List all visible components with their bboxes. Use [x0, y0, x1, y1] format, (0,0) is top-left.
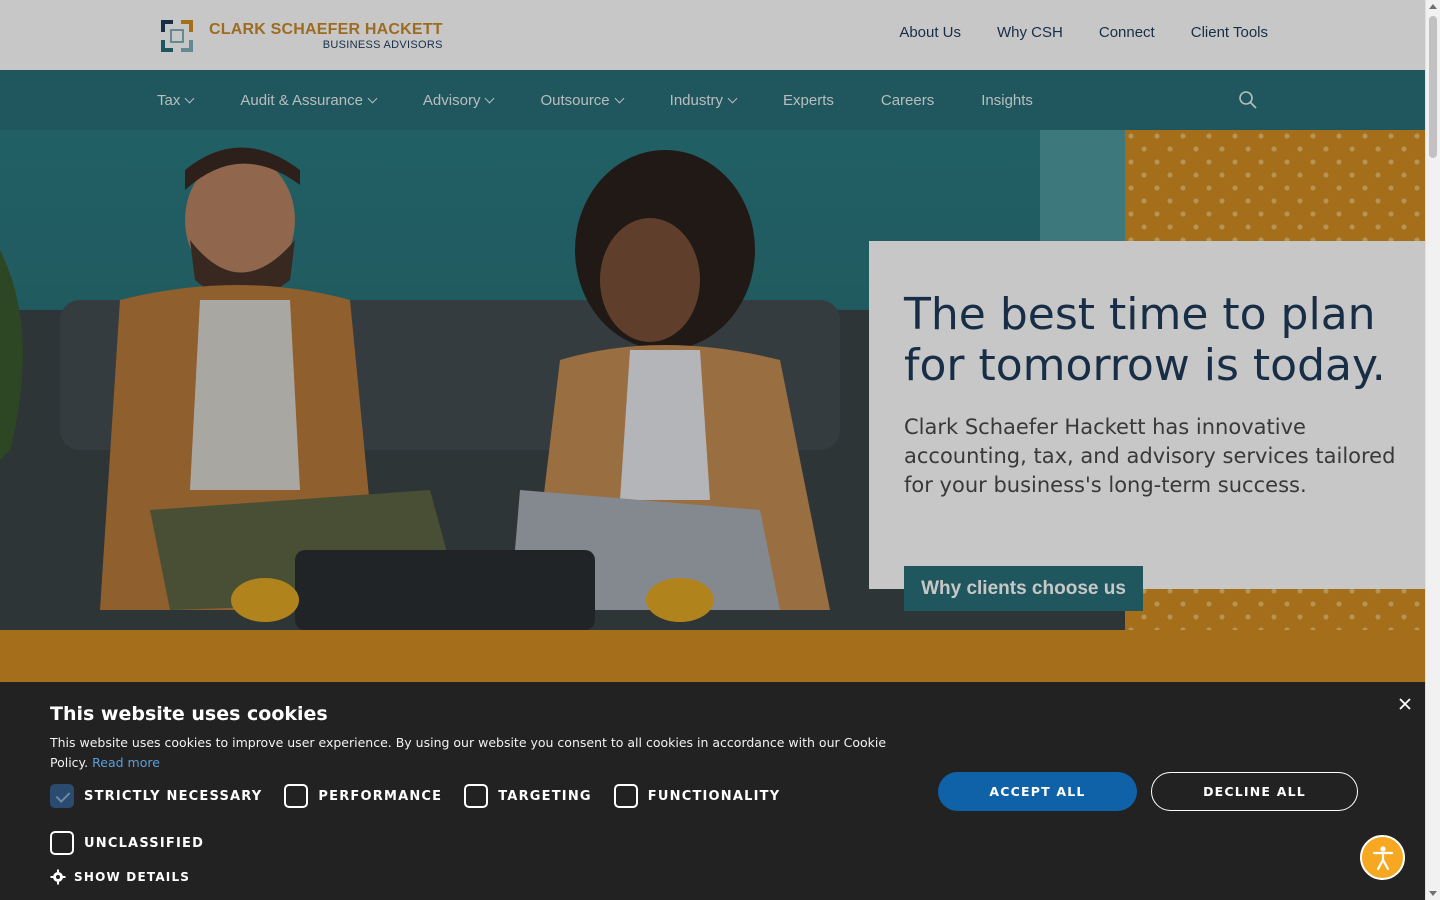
hero-title: The best time to plan for tomorrow is to…	[904, 289, 1386, 391]
why-clients-button[interactable]: Why clients choose us	[904, 566, 1143, 611]
cookie-title: This website uses cookies	[50, 703, 328, 725]
accessibility-icon	[1372, 845, 1393, 870]
checkbox-label: STRICTLY NECESSARY	[84, 788, 263, 804]
nav-label: Tax	[157, 91, 181, 109]
checkbox-label: FUNCTIONALITY	[647, 788, 781, 804]
nav-label: Industry	[669, 91, 724, 109]
nav-item-careers[interactable]: Careers	[881, 92, 934, 109]
hero-card: The best time to plan for tomorrow is to…	[869, 241, 1425, 589]
search-icon[interactable]	[1239, 91, 1257, 109]
nav-item-audit-assurance[interactable]: Audit & Assurance	[240, 91, 378, 109]
chevron-down-icon	[727, 93, 738, 103]
nav-label: Careers	[880, 91, 935, 109]
checkbox-performance[interactable]: PERFORMANCE	[284, 784, 442, 808]
accept-all-button[interactable]: ACCEPT ALL	[938, 772, 1137, 811]
gear-icon	[50, 869, 66, 885]
nav-item-experts[interactable]: Experts	[783, 92, 834, 109]
hero-section: The best time to plan for tomorrow is to…	[0, 130, 1425, 630]
checkbox-targeting[interactable]: TARGETING	[464, 784, 592, 808]
scrollbar[interactable]	[1425, 0, 1440, 900]
checkbox-label: PERFORMANCE	[318, 788, 443, 804]
checkbox-box[interactable]	[284, 784, 309, 808]
brand-tagline: BUSINESS ADVISORS	[322, 38, 443, 51]
checkbox-box[interactable]	[613, 784, 638, 808]
nav-item-industry[interactable]: Industry	[669, 91, 738, 109]
logo-mark-icon	[157, 16, 197, 56]
cookie-description: This website uses cookies to improve use…	[50, 733, 910, 773]
checkbox-box[interactable]	[50, 831, 74, 855]
checkbox-box[interactable]	[50, 784, 74, 808]
chevron-down-icon	[184, 93, 195, 103]
utility-link-why-csh[interactable]: Why CSH	[997, 24, 1063, 41]
decline-all-button[interactable]: DECLINE ALL	[1151, 772, 1358, 811]
close-icon[interactable]	[1396, 695, 1414, 713]
nav-item-tax[interactable]: Tax	[157, 91, 195, 109]
brand-name: CLARK SCHAEFER HACKETT	[209, 20, 443, 38]
checkbox-functionality[interactable]: FUNCTIONALITY	[613, 784, 781, 808]
checkbox-label: TARGETING	[498, 788, 592, 804]
checkbox-strictly-necessary[interactable]: STRICTLY NECESSARY	[50, 784, 262, 808]
gold-band	[0, 630, 1425, 682]
utility-link-about-us[interactable]: About Us	[899, 24, 961, 41]
scrollbar-thumb[interactable]	[1429, 16, 1437, 158]
utility-link-client-tools[interactable]: Client Tools	[1191, 24, 1268, 41]
nav-label: Experts	[783, 91, 834, 109]
scroll-up-arrow-icon[interactable]	[1429, 4, 1437, 9]
show-details-label: SHOW DETAILS	[74, 870, 191, 884]
cookie-banner: This website uses cookies This website u…	[0, 682, 1425, 900]
cookie-category-list: STRICTLY NECESSARY PERFORMANCE TARGETING…	[50, 784, 802, 808]
chevron-down-icon	[485, 93, 495, 103]
read-more-link[interactable]: Read more	[92, 755, 160, 770]
checkbox-unclassified[interactable]: UNCLASSIFIED	[50, 831, 204, 855]
nav-label: Outsource	[540, 91, 610, 109]
cookie-description-text: This website uses cookies to improve use…	[50, 735, 887, 770]
nav-label: Insights	[981, 91, 1033, 109]
nav-label: Advisory	[422, 91, 481, 109]
utility-nav: About Us Why CSH Connect Client Tools	[899, 24, 1268, 41]
nav-item-insights[interactable]: Insights	[981, 92, 1033, 109]
checkbox-label: UNCLASSIFIED	[84, 835, 205, 851]
nav-label: Audit & Assurance	[240, 91, 363, 109]
checkbox-box[interactable]	[464, 784, 489, 808]
chevron-down-icon	[367, 93, 378, 103]
brand-logo[interactable]: CLARK SCHAEFER HACKETT BUSINESS ADVISORS	[157, 16, 443, 56]
utility-link-connect[interactable]: Connect	[1099, 24, 1155, 41]
hero-description: Clark Schaefer Hackett has innovative ac…	[904, 415, 1396, 497]
scroll-down-arrow-icon[interactable]	[1429, 891, 1437, 896]
chevron-down-icon	[614, 93, 625, 103]
accessibility-widget-button[interactable]	[1360, 835, 1405, 880]
show-details-toggle[interactable]: SHOW DETAILS	[50, 869, 190, 885]
nav-item-advisory[interactable]: Advisory	[422, 91, 495, 109]
main-nav: Tax Audit & Assurance Advisory Outsource…	[0, 70, 1425, 130]
nav-item-outsource[interactable]: Outsource	[540, 91, 625, 109]
site-header: CLARK SCHAEFER HACKETT BUSINESS ADVISORS…	[0, 0, 1425, 70]
